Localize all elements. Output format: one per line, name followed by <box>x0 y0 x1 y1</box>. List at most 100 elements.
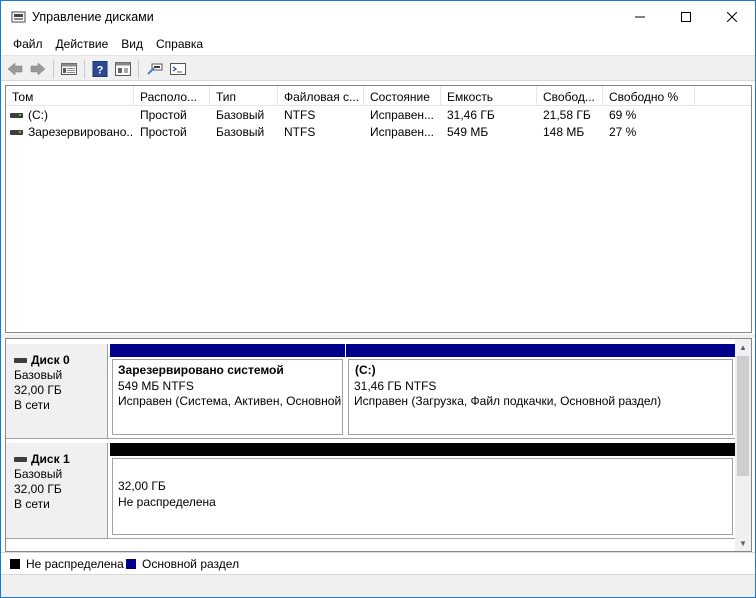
partition-name: (C:) <box>355 363 376 377</box>
disk-info-panel[interactable]: Диск 0 Базовый 32,00 ГБ В сети <box>6 344 108 438</box>
volume-status: Исправен... <box>370 108 435 122</box>
close-icon <box>727 12 737 22</box>
volume-name: Зарезервировано... <box>28 125 134 139</box>
legend-label-unallocated: Не распределена <box>26 557 124 571</box>
properties-icon <box>115 61 131 76</box>
column-header-filesystem[interactable]: Файловая с... <box>278 86 364 105</box>
partition-color-bar <box>110 344 345 357</box>
settings-button[interactable] <box>169 60 187 77</box>
volume-capacity: 549 МБ <box>447 125 489 139</box>
partition-system-reserved[interactable]: Зарезервировано системой 549 МБ NTFS Исп… <box>110 344 345 438</box>
disk-icon <box>14 358 27 363</box>
forward-arrow-icon <box>30 61 46 76</box>
disk-row: Диск 1 Базовый 32,00 ГБ В сети 32,00 ГБ … <box>6 443 737 539</box>
back-button[interactable] <box>6 60 24 77</box>
minimize-icon <box>635 16 645 18</box>
toolbar-separator <box>84 60 85 78</box>
volume-layout: Простой <box>140 125 187 139</box>
volume-status: Исправен... <box>370 125 435 139</box>
disk-status: В сети <box>14 398 50 412</box>
settings-icon <box>170 62 186 75</box>
graphical-disk-pane: Диск 0 Базовый 32,00 ГБ В сети Зарезерви… <box>5 338 752 552</box>
volume-row[interactable]: (C:) Простой Базовый NTFS Исправен... 31… <box>6 107 751 124</box>
toolbar: ? <box>1 55 755 81</box>
disk-size: 32,00 ГБ <box>14 383 62 397</box>
legend-bar: Не распределена Основной раздел <box>1 552 755 574</box>
partition-size: 32,00 ГБ <box>118 479 166 493</box>
close-button[interactable] <box>709 1 755 33</box>
partition-c-drive[interactable]: (C:) 31,46 ГБ NTFS Исправен (Загрузка, Ф… <box>346 344 735 438</box>
scroll-thumb[interactable] <box>737 356 749 476</box>
volume-capacity: 31,46 ГБ <box>447 108 495 122</box>
volume-list-header: Том Располо... Тип Файловая с... Состоян… <box>6 86 751 106</box>
toolbar-separator <box>138 60 139 78</box>
partition-status: Исправен (Загрузка, Файл подкачки, Основ… <box>354 394 662 408</box>
column-header-volume[interactable]: Том <box>6 86 134 105</box>
disk-size: 32,00 ГБ <box>14 482 62 496</box>
partition-details: Зарезервировано системой 549 МБ NTFS Исп… <box>112 359 343 435</box>
menu-action[interactable]: Действие <box>50 33 116 55</box>
partition-color-bar <box>346 344 735 357</box>
maximize-button[interactable] <box>663 1 709 33</box>
title-bar[interactable]: Управление дисками <box>1 1 755 33</box>
column-header-capacity[interactable]: Емкость <box>441 86 537 105</box>
vertical-scrollbar[interactable]: ▲ ▼ <box>735 339 751 551</box>
forward-button[interactable] <box>29 60 47 77</box>
maximize-icon <box>681 12 691 22</box>
legend-label-primary: Основной раздел <box>142 557 240 571</box>
scroll-down-arrow-icon[interactable]: ▼ <box>735 535 751 551</box>
disk-type: Базовый <box>14 368 63 382</box>
partition-status: Не распределена <box>118 494 216 509</box>
list-view-icon <box>61 62 77 75</box>
legend-swatch-unallocated <box>10 559 20 569</box>
menu-file[interactable]: Файл <box>1 33 50 55</box>
properties-button[interactable] <box>114 60 132 77</box>
column-header-free-percent[interactable]: Свободно % <box>603 86 695 105</box>
disk-info-panel[interactable]: Диск 1 Базовый 32,00 ГБ В сети <box>6 443 108 538</box>
disk-status: В сети <box>14 497 50 511</box>
volume-type: Базовый <box>216 108 265 122</box>
show-hide-tree-button[interactable] <box>60 60 78 77</box>
volume-filesystem: NTFS <box>284 108 316 122</box>
disk-management-window: Управление дисками Файл Действие Вид Спр… <box>0 0 756 598</box>
menu-help[interactable]: Справка <box>150 33 210 55</box>
legend-swatch-primary <box>126 559 136 569</box>
connect-button[interactable] <box>146 60 164 77</box>
volume-free-space: 148 МБ <box>543 125 585 139</box>
volume-list[interactable]: Том Располо... Тип Файловая с... Состоян… <box>5 85 752 333</box>
column-header-free-space[interactable]: Свобод... <box>537 86 603 105</box>
volume-layout: Простой <box>140 108 187 122</box>
disk-type: Базовый <box>14 467 63 481</box>
volume-row[interactable]: Зарезервировано... Простой Базовый NTFS … <box>6 124 751 141</box>
column-header-layout[interactable]: Располо... <box>134 86 210 105</box>
minimize-button[interactable] <box>617 1 663 33</box>
partition-status: Исправен (Система, Активен, Основной <box>118 394 342 408</box>
partition-size: 549 МБ NTFS <box>118 378 194 393</box>
column-header-status[interactable]: Состояние <box>364 86 441 105</box>
status-bar <box>1 574 755 597</box>
volume-name: (C:) <box>28 108 48 122</box>
partition-details: (C:) 31,46 ГБ NTFS Исправен (Загрузка, Ф… <box>348 359 733 435</box>
menu-view[interactable]: Вид <box>115 33 150 55</box>
disk-row: Диск 0 Базовый 32,00 ГБ В сети Зарезерви… <box>6 344 737 439</box>
volume-free-percent: 69 % <box>609 108 637 122</box>
help-button[interactable]: ? <box>91 60 109 77</box>
scroll-up-arrow-icon[interactable]: ▲ <box>735 339 751 355</box>
svg-text:?: ? <box>97 64 104 76</box>
partition-size: 31,46 ГБ NTFS <box>354 378 437 393</box>
volume-type: Базовый <box>216 125 265 139</box>
toolbar-separator <box>53 60 54 78</box>
column-header-type[interactable]: Тип <box>210 86 278 105</box>
volume-filesystem: NTFS <box>284 125 316 139</box>
back-arrow-icon <box>7 61 23 76</box>
partition-details: 32,00 ГБ Не распределена <box>112 458 733 535</box>
connect-icon <box>147 63 163 75</box>
disk-management-app-icon <box>11 11 26 23</box>
volume-free-percent: 27 % <box>609 125 637 139</box>
drive-icon <box>10 113 23 118</box>
volume-free-space: 21,58 ГБ <box>543 108 591 122</box>
partition-name: Зарезервировано системой <box>118 363 284 377</box>
menu-bar: Файл Действие Вид Справка <box>1 33 755 55</box>
unallocated-space[interactable]: 32,00 ГБ Не распределена <box>110 443 735 538</box>
drive-icon <box>10 130 23 135</box>
